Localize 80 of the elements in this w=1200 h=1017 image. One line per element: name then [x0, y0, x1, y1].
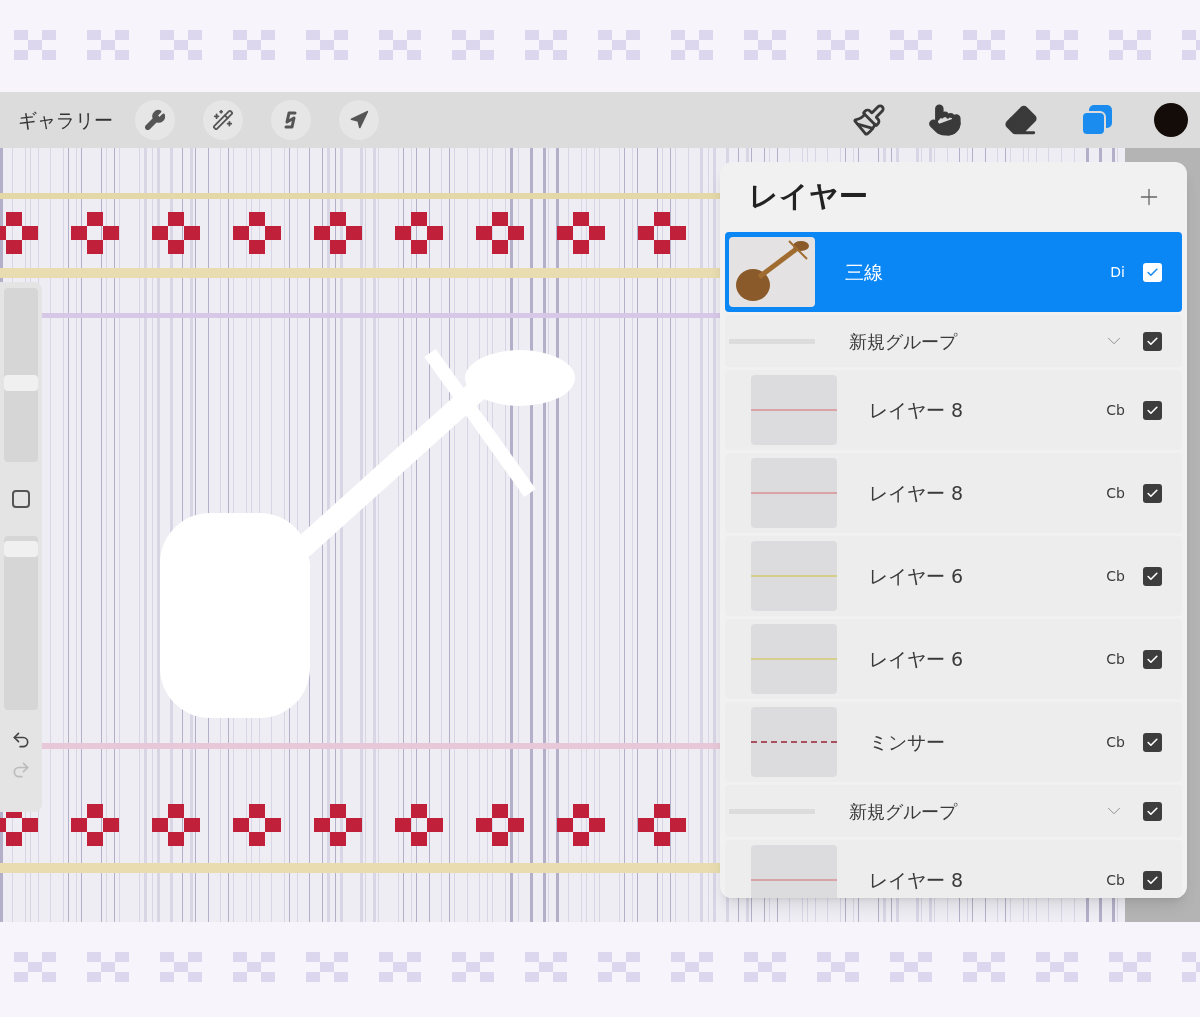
woven-motif-drawing [314, 804, 362, 846]
group-name: 新規グループ [848, 799, 959, 824]
adjustments-button[interactable] [203, 100, 243, 140]
wrench-icon [144, 109, 166, 131]
blend-mode-label: Di [1110, 262, 1125, 282]
check-icon [1146, 265, 1159, 279]
woven-motif-drawing [314, 212, 362, 254]
woven-motif-drawing [152, 212, 200, 254]
blend-mode-label: Cb [1106, 732, 1125, 752]
layer-name: ミンサー [868, 729, 946, 755]
visibility-checkbox[interactable] [1143, 649, 1162, 669]
arrow-cursor-icon [349, 110, 369, 130]
check-icon [1146, 569, 1159, 583]
visibility-checkbox[interactable] [1143, 870, 1162, 890]
group-name: 新規グループ [848, 329, 959, 354]
layer-name: レイヤー 8 [868, 867, 965, 893]
blend-mode-label: Cb [1106, 870, 1125, 890]
layer-row[interactable]: ミンサー Cb [725, 702, 1182, 782]
group-row[interactable]: 新規グループ [725, 315, 1182, 367]
layer-name: 三線 [844, 259, 884, 285]
modify-button[interactable] [12, 490, 30, 508]
woven-motif-drawing [152, 804, 200, 846]
slider-track[interactable] [4, 536, 38, 710]
check-icon [1146, 652, 1159, 666]
visibility-checkbox[interactable] [1143, 732, 1162, 752]
group-row[interactable]: 新規グループ [725, 785, 1182, 837]
woven-motif-drawing [233, 804, 281, 846]
layer-name: レイヤー 8 [868, 480, 965, 506]
transform-button[interactable] [339, 100, 379, 140]
magic-wand-icon [212, 109, 234, 131]
woven-motif-drawing [71, 212, 119, 254]
selection-button[interactable] [271, 100, 311, 140]
undo-icon[interactable] [11, 730, 31, 750]
panel-title: レイヤー [749, 178, 868, 216]
actions-button[interactable] [135, 100, 175, 140]
woven-motif-drawing [557, 212, 605, 254]
brush-icon[interactable] [852, 103, 886, 137]
check-icon [1146, 735, 1159, 749]
blend-mode-label: Cb [1106, 483, 1125, 503]
woven-motif-drawing [233, 212, 281, 254]
check-icon [1146, 804, 1159, 818]
layer-name: レイヤー 6 [868, 646, 965, 672]
visibility-checkbox[interactable] [1143, 262, 1162, 282]
visibility-checkbox[interactable] [1143, 483, 1162, 503]
woven-motif-drawing [395, 212, 443, 254]
woven-motif-drawing [557, 804, 605, 846]
visibility-checkbox[interactable] [1143, 400, 1162, 420]
woven-motif-drawing [476, 212, 524, 254]
gallery-link[interactable]: ギャラリー [18, 105, 113, 135]
eraser-icon[interactable] [1004, 103, 1038, 137]
blend-mode-label: Cb [1106, 400, 1125, 420]
woven-motif-drawing [71, 804, 119, 846]
check-icon [1146, 334, 1159, 348]
layer-row[interactable]: レイヤー 6 Cb [725, 619, 1182, 699]
slider-track[interactable] [4, 288, 38, 462]
visibility-checkbox[interactable] [1143, 566, 1162, 586]
visibility-checkbox[interactable] [1143, 331, 1162, 351]
slider-thumb[interactable] [4, 374, 38, 391]
layer-name: レイヤー 6 [868, 563, 965, 589]
blend-mode-label: Cb [1106, 566, 1125, 586]
layer-row[interactable]: レイヤー 8 Cb [725, 370, 1182, 450]
check-icon [1146, 873, 1159, 887]
layer-row[interactable]: レイヤー 8 Cb [725, 453, 1182, 533]
woven-motif-drawing [638, 212, 686, 254]
woven-motif-drawing [0, 212, 38, 254]
woven-motif-drawing [476, 804, 524, 846]
layers-icon[interactable] [1080, 103, 1114, 137]
layer-row[interactable]: 三線 Di [725, 232, 1182, 312]
woven-motif-drawing [395, 804, 443, 846]
slider-thumb[interactable] [4, 540, 38, 557]
check-icon [1146, 486, 1159, 500]
layer-row[interactable]: レイヤー 6 Cb [725, 536, 1182, 616]
smudge-finger-icon[interactable] [928, 103, 962, 137]
layer-row[interactable]: レイヤー 8 Cb [725, 840, 1182, 898]
blend-mode-label: Cb [1106, 649, 1125, 669]
layer-name: レイヤー 8 [868, 397, 965, 423]
woven-motif-drawing [638, 804, 686, 846]
check-icon [1146, 403, 1159, 417]
visibility-checkbox[interactable] [1143, 801, 1162, 821]
color-swatch[interactable] [1154, 103, 1188, 137]
